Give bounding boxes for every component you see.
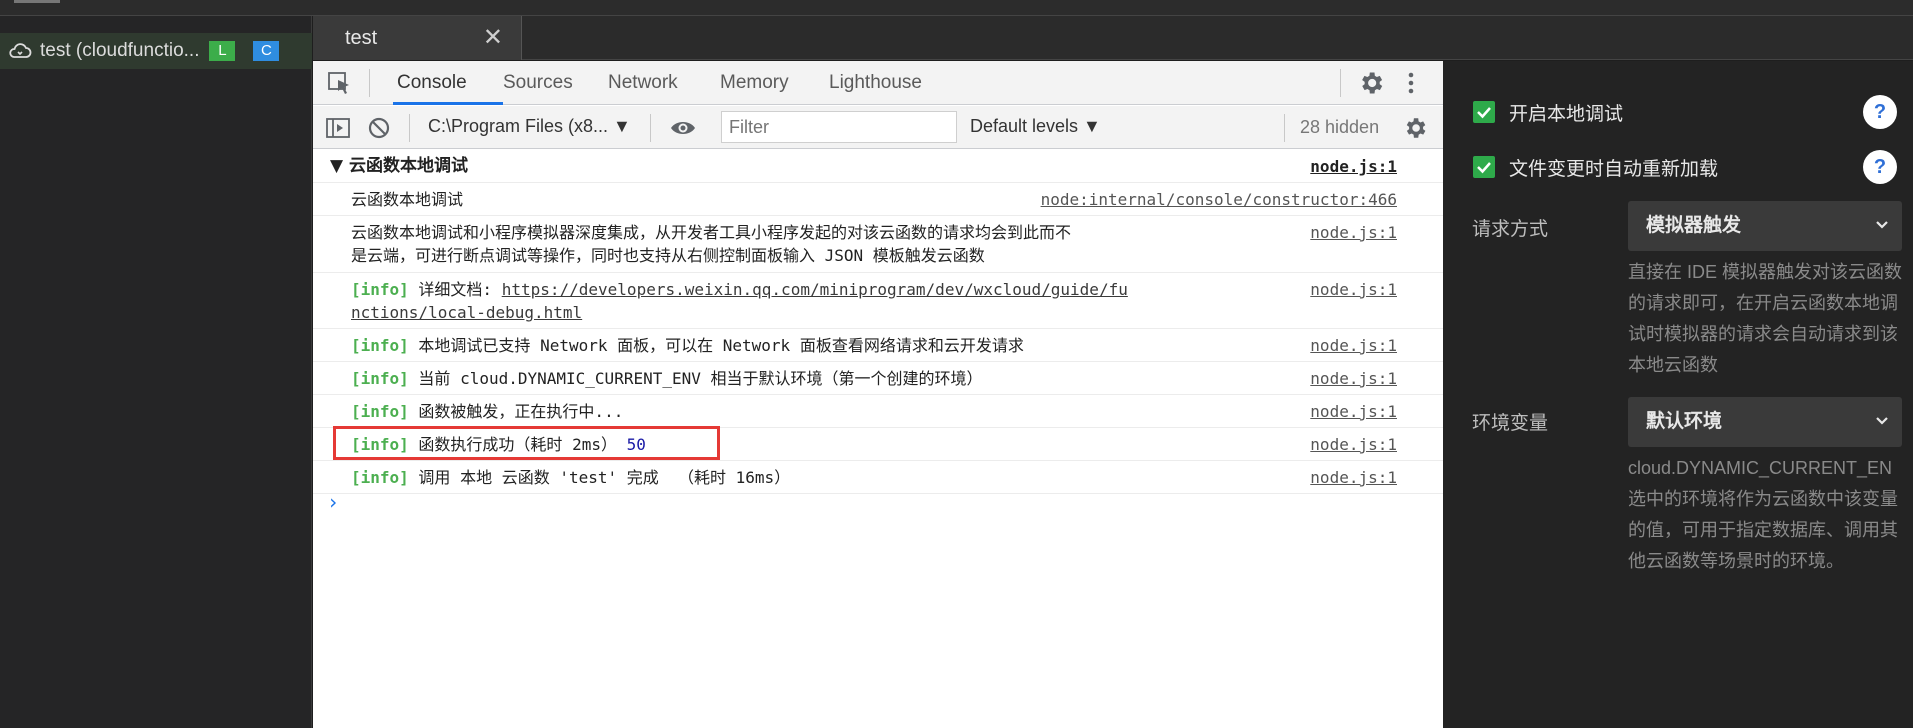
info-tag: [info] (351, 402, 409, 421)
badge-cloud: C (253, 41, 280, 61)
project-item[interactable]: test (cloudfunctio... L C (0, 33, 312, 69)
request-method-description: 直接在 IDE 模拟器触发对该云函数的请求即可，在开启云函数本地调试时模拟器的请… (1628, 262, 1903, 375)
tab-memory[interactable]: Memory (720, 72, 789, 94)
tab-label: test (345, 26, 378, 49)
project-name: test (cloudfunctio... (40, 40, 200, 61)
close-icon[interactable]: ✕ (483, 26, 503, 50)
checkbox-local-debug[interactable] (1473, 101, 1495, 123)
source-link[interactable]: node.js:1 (1310, 400, 1397, 423)
info-tag: [info] (351, 336, 409, 355)
console-toolbar: C:\Program Files (x8... ▼ Default levels… (313, 106, 1443, 149)
console-row: [info] 当前 cloud.DYNAMIC_CURRENT_ENV 相当于默… (313, 362, 1443, 395)
request-method-value: 模拟器触发 (1646, 215, 1742, 236)
tab-sources[interactable]: Sources (503, 72, 573, 94)
group-title: ▼ 云函数本地调试 (330, 156, 468, 176)
console-row: [info] 详细文档: https://developers.weixin.q… (313, 273, 1443, 329)
info-tag: [info] (351, 369, 409, 388)
log-text: 详细文档: (408, 280, 502, 299)
info-tag: [info] (351, 468, 409, 487)
log-text: 函数被触发，正在执行中... (408, 402, 624, 421)
log-text: 调用 本地 云函数 'test' 完成 （耗时 16ms） (408, 468, 791, 487)
cloud-icon (8, 40, 34, 62)
source-link[interactable]: node.js:1 (1310, 278, 1397, 301)
log-message: [info] 详细文档: https://developers.weixin.q… (351, 278, 1131, 324)
console-row: 云函数本地调试 node:internal/console/constructo… (313, 183, 1443, 216)
console-settings-gear-icon[interactable] (1402, 115, 1428, 141)
sidebar-toggle-icon[interactable] (325, 115, 351, 141)
source-link[interactable]: node.js:1 (1310, 155, 1397, 178)
tab-lighthouse[interactable]: Lighthouse (829, 72, 922, 94)
info-tag: [info] (351, 280, 409, 299)
gear-icon[interactable] (1357, 69, 1385, 97)
separator (650, 114, 651, 142)
env-variable-description: 选中的环境将作为云函数中该变量的值，可用于指定数据库、调用其他云函数等场景时的环… (1628, 489, 1898, 571)
request-method-select[interactable]: 模拟器触发 (1628, 201, 1902, 251)
log-message: [info] 本地调试已支持 Network 面板，可以在 Network 面板… (351, 334, 1091, 357)
checkbox-local-debug-label: 开启本地调试 (1509, 104, 1624, 125)
source-link[interactable]: node.js:1 (1310, 221, 1397, 244)
env-variable-value: 默认环境 (1646, 411, 1723, 432)
badge-local: L (209, 41, 236, 61)
source-link[interactable]: node.js:1 (1310, 367, 1397, 390)
log-text: 当前 cloud.DYNAMIC_CURRENT_ENV 相当于默认环境（第一个… (408, 369, 983, 388)
top-strip (0, 0, 1913, 16)
source-link[interactable]: node:internal/console/constructor:466 (1041, 188, 1397, 211)
log-message: [info] 调用 本地 云函数 'test' 完成 （耗时 16ms） (351, 466, 1091, 489)
help-icon[interactable]: ? (1863, 95, 1897, 129)
separator (1284, 114, 1285, 142)
devtools-tabbar: Console Sources Network Memory Lighthous… (313, 61, 1443, 105)
hidden-count: 28 hidden (1300, 117, 1380, 137)
env-variable-select[interactable]: 默认环境 (1628, 397, 1902, 447)
console-prompt[interactable]: › (327, 490, 339, 514)
checkbox-auto-reload[interactable] (1473, 156, 1495, 178)
debug-settings-panel: 开启本地调试 ? 文件变更时自动重新加载 ? 请求方式 模拟器触发 直接在 ID… (1443, 61, 1913, 728)
env-variable-label: 环境变量 (1472, 413, 1549, 434)
help-icon[interactable]: ? (1863, 150, 1897, 184)
separator (409, 114, 410, 142)
log-text: 本地调试已支持 Network 面板，可以在 Network 面板查看网络请求和… (408, 336, 1024, 355)
checkbox-auto-reload-label: 文件变更时自动重新加载 (1509, 159, 1719, 180)
source-link[interactable]: node.js:1 (1310, 433, 1397, 456)
console-row: [info] 函数被触发，正在执行中... node.js:1 (313, 395, 1443, 428)
active-tab-indicator (393, 102, 503, 105)
tab-console[interactable]: Console (397, 72, 467, 94)
console-row: 云函数本地调试和小程序模拟器深度集成，从开发者工具小程序发起的对该云函数的请求均… (313, 216, 1443, 273)
console-group-header[interactable]: ▼ 云函数本地调试 node.js:1 (313, 150, 1443, 183)
source-link[interactable]: node.js:1 (1310, 466, 1397, 489)
highlight-box (333, 426, 720, 460)
more-options-icon[interactable] (1406, 69, 1416, 97)
clear-console-icon[interactable] (366, 115, 392, 141)
separator (369, 69, 370, 97)
inspect-element-icon[interactable] (327, 71, 353, 95)
editor-tabbar: test ✕ (313, 16, 1913, 60)
separator (1340, 69, 1341, 97)
eye-icon[interactable] (669, 115, 695, 141)
top-strip-ghost (14, 0, 60, 3)
filter-input[interactable] (721, 111, 957, 143)
log-levels-dropdown[interactable]: Default levels ▼ (970, 116, 1101, 137)
project-sidebar: test (cloudfunctio... L C (0, 16, 312, 728)
request-method-label: 请求方式 (1472, 219, 1549, 240)
log-message: 云函数本地调试和小程序模拟器深度集成，从开发者工具小程序发起的对该云函数的请求均… (351, 223, 1072, 265)
log-message: 云函数本地调试 (351, 190, 464, 209)
context-selector[interactable]: C:\Program Files (x8... ▼ (428, 116, 631, 137)
tab-network[interactable]: Network (608, 72, 678, 94)
tab-test[interactable]: test ✕ (313, 16, 522, 60)
console-row: [info] 本地调试已支持 Network 面板，可以在 Network 面板… (313, 329, 1443, 362)
log-message: [info] 当前 cloud.DYNAMIC_CURRENT_ENV 相当于默… (351, 367, 1091, 390)
devtools-panel: Console Sources Network Memory Lighthous… (313, 61, 1443, 728)
source-link[interactable]: node.js:1 (1310, 334, 1397, 357)
log-message: [info] 函数被触发，正在执行中... (351, 400, 1091, 423)
console-row: [info] 调用 本地 云函数 'test' 完成 （耗时 16ms） nod… (313, 461, 1443, 494)
env-variable-desc-line1: cloud.DYNAMIC_CURRENT_EN (1628, 458, 1893, 478)
